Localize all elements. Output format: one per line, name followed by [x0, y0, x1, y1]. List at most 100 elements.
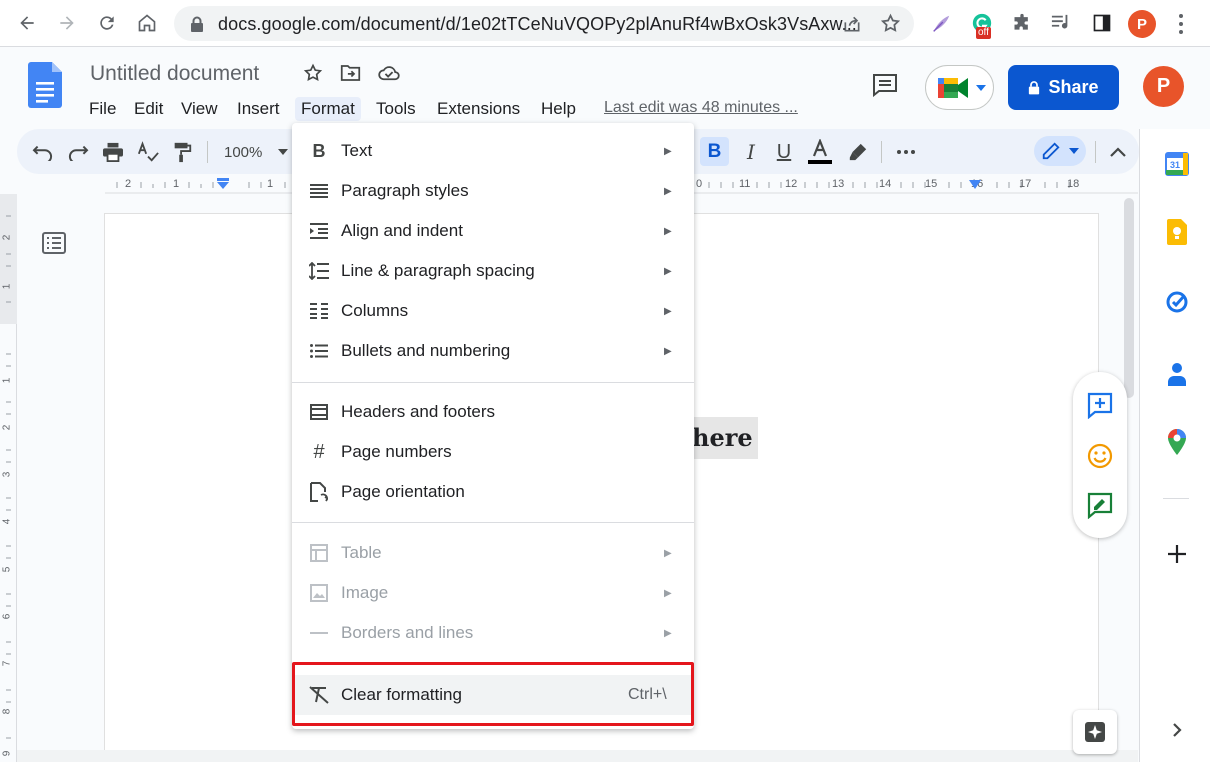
reload-icon[interactable] [92, 8, 122, 38]
extensions-puzzle-icon[interactable] [1012, 13, 1032, 33]
account-avatar[interactable]: P [1143, 66, 1184, 107]
back-icon[interactable] [12, 8, 42, 38]
format-menu-item-columns[interactable]: Columns ▶ [292, 291, 694, 331]
format-menu-item-label: Paragraph styles [341, 181, 469, 200]
bookmark-star-icon[interactable] [880, 13, 901, 34]
home-icon[interactable] [132, 8, 162, 38]
keep-icon[interactable] [1164, 219, 1190, 245]
toolbar-divider [1095, 141, 1096, 163]
suggest-edits-icon[interactable] [1086, 491, 1114, 519]
format-menu-item-line-spacing[interactable]: Line & paragraph spacing ▶ [292, 251, 694, 291]
ruler-number: 11 [739, 178, 751, 190]
ruler-number: 5 [1, 566, 13, 573]
more-options-icon[interactable] [893, 139, 919, 165]
text-color-button[interactable] [805, 139, 835, 165]
redo-icon[interactable] [67, 139, 89, 165]
format-menu-item-borders-and-lines[interactable]: Borders and lines ▶ [292, 613, 694, 653]
ruler-number: 0 [696, 178, 703, 190]
lock-icon[interactable] [190, 16, 204, 32]
share-page-icon[interactable] [842, 14, 862, 34]
docs-logo-icon[interactable] [28, 62, 62, 108]
kebab-menu-icon[interactable] [1177, 13, 1185, 35]
side-panel-icon[interactable] [1092, 13, 1112, 33]
menu-format[interactable]: Format [295, 97, 361, 121]
columns-icon [308, 300, 330, 322]
menu-file[interactable]: File [83, 97, 122, 121]
grammarly-extension-icon[interactable]: off [971, 12, 997, 40]
table-icon [308, 542, 330, 564]
url-text[interactable]: docs.google.com/document/d/1e02tTCeNuVQO… [218, 14, 857, 35]
hash-icon: # [313, 440, 325, 463]
contacts-icon[interactable] [1164, 361, 1190, 387]
left-indent-marker-icon[interactable] [216, 178, 230, 190]
selected-text[interactable]: here [690, 417, 758, 459]
menu-extensions[interactable]: Extensions [431, 97, 526, 121]
add-comment-icon[interactable] [1086, 391, 1114, 419]
spellcheck-icon[interactable] [137, 139, 159, 165]
format-menu-item-text[interactable]: B Text ▶ [292, 131, 694, 171]
chevron-down-icon [1069, 148, 1079, 154]
share-button[interactable]: Share [1008, 65, 1119, 110]
address-bar[interactable]: docs.google.com/document/d/1e02tTCeNuVQO… [174, 6, 914, 41]
annotation-highlight-box [292, 662, 694, 726]
header-footer-icon [308, 401, 330, 423]
undo-icon[interactable] [32, 139, 54, 165]
vertical-ruler[interactable]: 2 1 1 2 3 4 5 6 7 8 9 [0, 194, 17, 762]
add-addon-plus-icon[interactable] [1164, 541, 1190, 567]
right-indent-marker-icon[interactable] [969, 180, 981, 190]
format-menu-item-table[interactable]: Table ▶ [292, 533, 694, 573]
document-title[interactable]: Untitled document [90, 62, 259, 86]
format-menu-item-headers-and-footers[interactable]: Headers and footers [292, 392, 694, 432]
editing-mode-button[interactable] [1034, 136, 1086, 166]
ruler-number: 18 [1067, 178, 1080, 190]
hide-menus-chevron-up-icon[interactable] [1105, 139, 1131, 165]
print-icon[interactable] [102, 139, 124, 165]
media-playlist-icon[interactable] [1050, 13, 1072, 33]
move-folder-icon[interactable] [340, 64, 361, 82]
submenu-arrow-icon: ▶ [664, 587, 672, 599]
menu-tools[interactable]: Tools [370, 97, 422, 121]
forward-icon[interactable] [52, 8, 82, 38]
quill-extension-icon[interactable] [930, 13, 952, 35]
explore-button[interactable] [1073, 710, 1117, 754]
menu-help[interactable]: Help [535, 97, 582, 121]
format-menu-item-label: Line & paragraph spacing [341, 261, 535, 280]
bold-button[interactable]: B [700, 137, 729, 166]
ruler-number: 1 [1, 283, 13, 290]
last-edit-link[interactable]: Last edit was 48 minutes ... [604, 99, 798, 117]
format-menu-item-page-numbers[interactable]: # Page numbers [292, 432, 694, 472]
format-menu-item-page-orientation[interactable]: Page orientation [292, 472, 694, 512]
meet-button[interactable] [925, 65, 994, 110]
highlight-color-button[interactable] [845, 139, 871, 165]
format-menu-item-bullets-and-numbering[interactable]: Bullets and numbering ▶ [292, 331, 694, 371]
emoji-reaction-icon[interactable] [1086, 442, 1114, 470]
menu-edit[interactable]: Edit [128, 97, 169, 121]
cloud-status-icon[interactable] [378, 65, 400, 81]
format-menu-item-paragraph-styles[interactable]: Paragraph styles ▶ [292, 171, 694, 211]
menu-divider [292, 382, 694, 383]
browser-profile-avatar[interactable]: P [1128, 10, 1156, 38]
document-outline-icon[interactable] [42, 232, 66, 254]
italic-button[interactable]: I [739, 139, 763, 165]
ruler-number: 13 [832, 178, 845, 190]
svg-text:31: 31 [1170, 160, 1180, 170]
maps-icon[interactable] [1164, 429, 1190, 455]
star-icon[interactable] [303, 63, 323, 83]
ruler-number: 1 [1, 377, 13, 384]
calendar-icon[interactable]: 31 [1164, 151, 1190, 177]
menu-insert[interactable]: Insert [231, 97, 286, 121]
vertical-scrollbar[interactable] [1124, 198, 1134, 398]
format-menu-item-image[interactable]: Image ▶ [292, 573, 694, 613]
paint-format-icon[interactable] [172, 139, 192, 165]
underline-button[interactable]: U [772, 139, 796, 165]
chevron-right-icon[interactable] [1164, 717, 1190, 743]
format-menu-item-label: Borders and lines [341, 623, 474, 642]
ruler-number: 2 [125, 178, 132, 190]
format-menu-item-align-and-indent[interactable]: Align and indent ▶ [292, 211, 694, 251]
tasks-icon[interactable] [1164, 289, 1190, 315]
comment-history-icon[interactable] [872, 73, 898, 97]
horizontal-scrollbar[interactable] [17, 750, 1138, 762]
menu-view[interactable]: View [175, 97, 224, 121]
zoom-select[interactable]: 100% [217, 139, 291, 165]
submenu-arrow-icon: ▶ [664, 305, 672, 317]
